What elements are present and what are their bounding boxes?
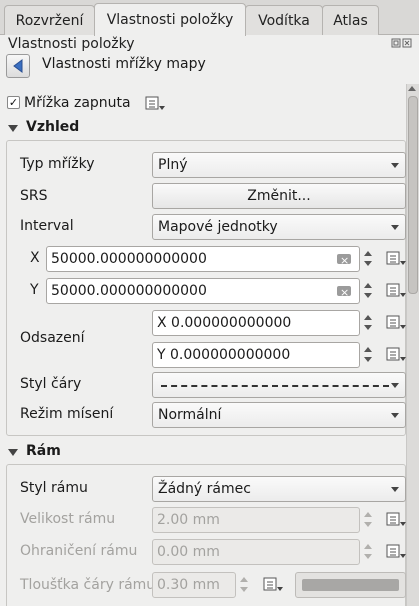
frame-margin-input[interactable]: 0.00 mm — [152, 539, 360, 565]
tab-layout[interactable]: Rozvržení — [4, 5, 95, 35]
offset-y-value: Y 0.000000000000 — [157, 347, 291, 363]
blend-mode-label: Režim mísení — [20, 406, 114, 422]
data-defined-override-icon[interactable] — [262, 576, 283, 594]
data-defined-override-icon[interactable] — [385, 346, 406, 364]
dashed-line-preview — [161, 385, 389, 387]
tab-atlas-label: Atlas — [333, 12, 368, 29]
grid-type-combo[interactable]: Plný — [152, 152, 406, 178]
frame-line-thickness-spinner[interactable] — [237, 572, 251, 598]
interval-x-value: 50000.000000000000 — [51, 251, 207, 267]
interval-y-input[interactable]: 50000.000000000000 — [46, 278, 360, 305]
interval-units-combo[interactable]: Mapové jednotky — [152, 214, 406, 240]
data-defined-override-icon[interactable] — [385, 543, 406, 561]
interval-y-spinner[interactable] — [361, 278, 375, 304]
undock-icon[interactable] — [391, 38, 413, 51]
tab-item-properties-label: Vlastnosti položky — [106, 12, 234, 28]
panel-title: Vlastnosti položky — [8, 36, 135, 52]
offset-y-spinner[interactable] — [361, 342, 375, 368]
frame-margin-spinner[interactable] — [361, 539, 375, 565]
crs-label: SRS — [20, 188, 48, 204]
chevron-down-icon — [391, 487, 399, 492]
tab-guides[interactable]: Vodítka — [245, 5, 323, 35]
tab-atlas[interactable]: Atlas — [322, 5, 379, 35]
interval-y-value: 50000.000000000000 — [51, 283, 207, 299]
data-defined-override-icon[interactable] — [144, 95, 165, 113]
grid-enabled-checkbox[interactable]: ✓ — [7, 96, 20, 109]
blend-mode-combo[interactable]: Normální — [152, 402, 406, 428]
frame-line-thickness-value: 0.30 mm — [157, 577, 220, 593]
grid-type-value: Plný — [158, 157, 188, 173]
tab-item-properties[interactable]: Vlastnosti položky — [94, 3, 246, 36]
grid-type-label: Typ mřížky — [20, 156, 95, 172]
data-defined-override-icon[interactable] — [385, 282, 406, 300]
data-defined-override-icon[interactable] — [385, 511, 406, 529]
line-style-label: Styl čáry — [20, 376, 82, 392]
scroll-thumb[interactable] — [408, 96, 418, 294]
frame-size-input[interactable]: 2.00 mm — [152, 507, 360, 533]
frame-style-combo[interactable]: Žádný rámec — [152, 476, 406, 502]
change-crs-button[interactable]: Změnit... — [152, 183, 406, 209]
clear-text-icon[interactable] — [337, 249, 351, 273]
tab-layout-label: Rozvržení — [15, 12, 84, 29]
collapse-arrow-icon[interactable] — [8, 125, 18, 132]
frame-margin-value: 0.00 mm — [157, 544, 220, 560]
frame-size-label: Velikost rámu — [20, 511, 116, 527]
chevron-down-icon — [391, 413, 399, 418]
clear-text-icon[interactable] — [337, 281, 351, 305]
interval-x-input[interactable]: 50000.000000000000 — [46, 246, 360, 273]
appearance-group-title: Vzhled — [26, 119, 80, 135]
interval-label: Interval — [20, 218, 74, 234]
offset-y-input[interactable]: Y 0.000000000000 — [152, 342, 360, 368]
back-button[interactable] — [6, 54, 30, 78]
back-label: Vlastnosti mřížky mapy — [42, 56, 206, 72]
frame-margin-label: Ohraničení rámu — [20, 543, 138, 559]
chevron-down-icon — [391, 383, 399, 388]
chevron-down-icon — [391, 225, 399, 230]
frame-group-title: Rám — [26, 443, 61, 459]
blend-mode-value: Normální — [158, 407, 222, 423]
data-defined-override-icon[interactable] — [385, 250, 406, 268]
interval-x-label: X — [30, 250, 40, 266]
color-swatch — [302, 579, 399, 591]
interval-units-value: Mapové jednotky — [158, 219, 278, 235]
offset-x-value: X 0.000000000000 — [157, 315, 292, 331]
tab-bar: Rozvržení Vlastnosti položky Vodítka Atl… — [0, 0, 419, 36]
data-defined-override-icon[interactable] — [385, 314, 406, 332]
frame-size-value: 2.00 mm — [157, 512, 220, 528]
scroll-up-arrow[interactable] — [408, 86, 416, 91]
frame-style-value: Žádný rámec — [158, 481, 251, 497]
frame-style-label: Styl rámu — [20, 480, 88, 496]
offset-x-input[interactable]: X 0.000000000000 — [152, 310, 360, 336]
left-arrow-icon — [13, 59, 23, 73]
offset-label: Odsazení — [20, 330, 85, 346]
chevron-down-icon — [391, 163, 399, 168]
collapse-arrow-icon[interactable] — [8, 449, 18, 456]
line-style-button[interactable] — [152, 372, 406, 398]
offset-x-spinner[interactable] — [361, 310, 375, 336]
interval-y-label: Y — [30, 282, 39, 298]
interval-x-spinner[interactable] — [361, 246, 375, 272]
frame-size-spinner[interactable] — [361, 507, 375, 533]
frame-pen-color-button[interactable] — [295, 572, 406, 598]
grid-enabled-label: Mřížka zapnuta — [24, 95, 131, 111]
frame-line-thickness-input[interactable]: 0.30 mm — [152, 572, 236, 598]
frame-line-thickness-label: Tloušťka čáry rámu — [20, 577, 156, 593]
tab-guides-label: Vodítka — [258, 12, 310, 29]
